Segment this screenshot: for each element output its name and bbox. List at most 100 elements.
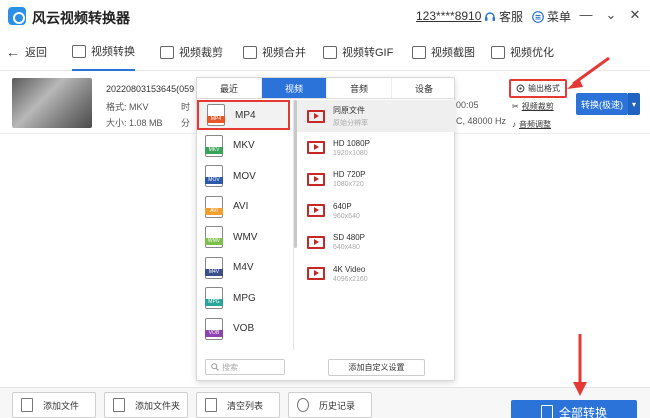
tab-label: 视频转GIF bbox=[342, 47, 394, 59]
tab-device[interactable]: 设备 bbox=[392, 78, 456, 98]
tab-video-merge[interactable]: 视频合并 bbox=[243, 33, 306, 71]
format-label: M4V bbox=[233, 262, 254, 273]
tab-label: 视频截图 bbox=[431, 47, 475, 59]
video-crop-link[interactable]: ✂ 视频裁剪 bbox=[512, 101, 554, 112]
file-format: 格式: MKV bbox=[106, 102, 149, 112]
format-tag: VOB bbox=[205, 329, 223, 337]
tab-video-optimize[interactable]: 视频优化 bbox=[491, 33, 554, 71]
close-icon[interactable]: ✕ bbox=[627, 7, 643, 23]
format-item-m4v[interactable]: M4V M4V bbox=[197, 253, 293, 283]
video-merge-icon bbox=[243, 45, 257, 59]
file-format-icon: WMV bbox=[205, 226, 223, 248]
tab-video-gif[interactable]: 视频转GIF bbox=[323, 33, 393, 71]
sliders-icon bbox=[491, 45, 505, 59]
resolution-size: 原始分辨率 bbox=[333, 119, 368, 127]
resolution-name: HD 1080P bbox=[333, 138, 370, 148]
file-format-icon: M4V bbox=[205, 256, 223, 279]
resolution-text: 同原文件 原始分辨率 bbox=[333, 105, 368, 128]
format-popup: 最近 视频 音频 设备 MP4 MP4 MKV MKV MOV MOV AVI AVI WMV W… bbox=[196, 77, 456, 381]
format-label: WMV bbox=[233, 231, 258, 243]
output-format-button[interactable]: 输出格式 bbox=[509, 79, 567, 98]
convert-button[interactable]: 转换(极速) bbox=[576, 93, 628, 115]
convert-dropdown-icon[interactable]: ▾ bbox=[628, 93, 640, 115]
search-icon bbox=[211, 363, 219, 371]
menu-icon bbox=[532, 10, 544, 23]
chevron-down-icon[interactable]: ⌄ bbox=[603, 7, 619, 23]
resolution-item[interactable]: 同原文件 原始分辨率 bbox=[297, 100, 455, 132]
tab-label: 视频合并 bbox=[262, 47, 306, 59]
music-note-icon: ♪ bbox=[512, 120, 516, 129]
file-format-icon: MOV bbox=[205, 165, 223, 187]
add-file-label: 添加文件 bbox=[43, 400, 80, 411]
resolution-item[interactable]: HD 1080P 1920x1080 bbox=[297, 132, 455, 164]
minimize-icon[interactable]: — bbox=[578, 7, 594, 23]
tab-label: 视频转换 bbox=[91, 46, 135, 58]
format-item-mkv[interactable]: MKV MKV bbox=[197, 131, 293, 161]
resolution-name: 同原文件 bbox=[333, 105, 365, 115]
back-arrow-icon: ← bbox=[6, 44, 20, 60]
tab-video-crop[interactable]: 视频裁剪 bbox=[160, 33, 223, 71]
convert-all-label: 全部转换 bbox=[558, 405, 607, 418]
format-item-mov[interactable]: MOV MOV bbox=[197, 161, 293, 191]
file-audio: C, 48000 Hz bbox=[456, 116, 507, 126]
convert-all-icon bbox=[540, 405, 553, 418]
resolution-name: HD 720P bbox=[333, 170, 366, 179]
resolution-name: 4K Video bbox=[333, 264, 366, 274]
add-folder-icon bbox=[113, 398, 125, 412]
annotation-arrow-icon bbox=[567, 56, 610, 89]
film-icon bbox=[307, 204, 325, 217]
convert-all-button[interactable]: 全部转换 bbox=[511, 400, 637, 418]
gif-icon bbox=[323, 45, 337, 59]
tab-video-convert[interactable]: 视频转换 bbox=[72, 33, 135, 71]
tab-video[interactable]: 视频 bbox=[262, 78, 327, 98]
output-format-label: 输出格式 bbox=[528, 84, 560, 93]
resolution-item[interactable]: HD 720P 1080x720 bbox=[297, 163, 455, 195]
back-button[interactable]: ← 返回 bbox=[6, 33, 47, 71]
format-tabs: 最近 视频 音频 设备 bbox=[197, 78, 456, 99]
add-custom-settings-button[interactable]: 添加自定义设置 bbox=[328, 359, 425, 376]
format-search-input[interactable]: 搜索 bbox=[205, 359, 285, 375]
format-label: MP4 bbox=[235, 109, 256, 121]
file-format-icon: AVI bbox=[205, 195, 223, 218]
customer-service-button[interactable]: 客服 bbox=[484, 8, 523, 25]
format-item-mp4[interactable]: MP4 MP4 bbox=[197, 100, 290, 130]
film-icon bbox=[307, 141, 325, 154]
scissors-icon: ✂ bbox=[512, 102, 519, 111]
tab-label: 视频裁剪 bbox=[179, 47, 223, 59]
add-file-button[interactable]: 添加文件 bbox=[12, 392, 96, 418]
add-folder-button[interactable]: 添加文件夹 bbox=[104, 392, 188, 418]
resolution-list: 同原文件原始分辨率 HD 1080P 1920x1080 HD 720P 1080x72… bbox=[297, 100, 455, 350]
file-name: 20220803153645(059 bbox=[106, 84, 195, 94]
resolution-item[interactable]: SD 480P 640x480 bbox=[297, 226, 455, 258]
resolution-size: 1080x720 bbox=[333, 181, 364, 188]
file-time-prefix: 时 bbox=[181, 102, 191, 112]
tab-audio[interactable]: 音频 bbox=[327, 78, 392, 98]
film-icon bbox=[307, 172, 325, 186]
clock-icon bbox=[297, 398, 309, 412]
user-account-link[interactable]: 123****8910 bbox=[416, 9, 481, 23]
customer-service-label: 客服 bbox=[499, 10, 524, 24]
clear-list-button[interactable]: 清空列表 bbox=[196, 392, 280, 418]
tab-recent[interactable]: 最近 bbox=[197, 78, 262, 98]
format-item-mpg[interactable]: MPG MPG bbox=[197, 283, 293, 313]
video-thumbnail[interactable] bbox=[12, 78, 92, 128]
file-format-icon: MP4 bbox=[207, 104, 225, 126]
format-tag: MPG bbox=[205, 299, 223, 306]
screenshot-icon bbox=[412, 45, 426, 59]
format-tag: MP4 bbox=[207, 116, 225, 123]
resolution-size: 4096x2160 bbox=[333, 275, 368, 283]
resolution-size: 640x480 bbox=[333, 244, 360, 251]
audio-adjust-link[interactable]: ♪ 音频调整 bbox=[512, 119, 551, 130]
format-tag: M4V bbox=[205, 268, 223, 276]
resolution-item[interactable]: 4K Video 4096x2160 bbox=[297, 258, 455, 290]
resolution-item[interactable]: 640P 960x640 bbox=[297, 195, 455, 227]
menu-button[interactable]: 菜单 bbox=[532, 8, 571, 25]
add-folder-label: 添加文件夹 bbox=[135, 400, 181, 411]
format-item-wmv[interactable]: WMV WMV bbox=[197, 222, 293, 252]
format-item-avi[interactable]: AVI AVI bbox=[197, 192, 293, 222]
tab-video-screenshot[interactable]: 视频截图 bbox=[412, 33, 475, 71]
gear-icon bbox=[516, 84, 525, 93]
history-button[interactable]: 历史记录 bbox=[288, 392, 372, 418]
format-item-vob[interactable]: VOB VOB bbox=[197, 314, 293, 344]
resolution-text: 4K Video 4096x2160 bbox=[333, 265, 368, 283]
